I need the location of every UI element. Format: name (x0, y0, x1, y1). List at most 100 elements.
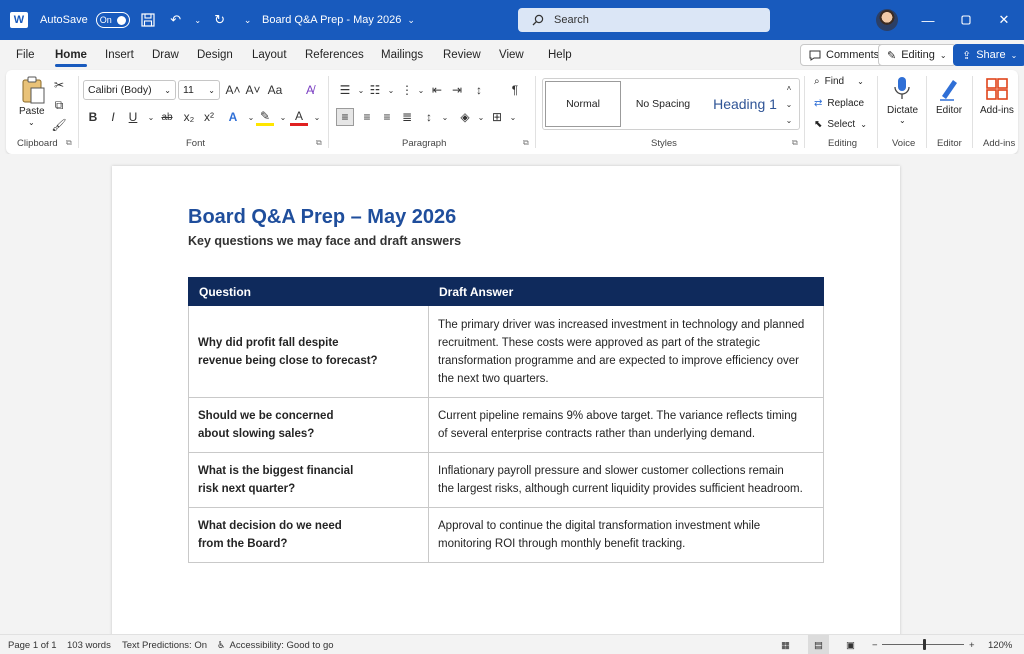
underline-icon[interactable]: U (124, 108, 142, 126)
document-heading[interactable]: Board Q&A Prep – May 2026 (188, 206, 456, 229)
table-header-row: Question Draft Answer (188, 277, 824, 306)
undo-icon[interactable]: ↶ (166, 10, 186, 30)
editing-mode-button[interactable]: ✎ Editing ⌄ (878, 44, 956, 66)
tab-file[interactable]: File (16, 40, 35, 70)
comment-icon (809, 50, 821, 61)
find-button[interactable]: ⌕ Find ⌄ (814, 76, 864, 87)
editor-button[interactable]: Editor (932, 74, 966, 132)
customize-toolbar-icon[interactable]: ⌄ (238, 10, 258, 30)
question-line: What is the biggest financial (198, 465, 354, 477)
tab-design[interactable]: Design (197, 40, 233, 70)
bold-icon[interactable]: B (84, 108, 102, 126)
decrease-indent-icon[interactable]: ⇤ (428, 81, 446, 99)
save-icon[interactable] (138, 10, 158, 30)
style-no-spacing[interactable]: No Spacing (623, 81, 703, 127)
tab-draw[interactable]: Draw (152, 40, 179, 70)
close-button[interactable]: ✕ (984, 0, 1024, 40)
tab-review[interactable]: Review (443, 40, 481, 70)
replace-button[interactable]: ⇄ Replace (814, 98, 864, 109)
tab-insert[interactable]: Insert (105, 40, 134, 70)
chevron-down-icon[interactable]: ⌄ (504, 108, 522, 126)
clipboard-launcher-icon[interactable]: ⧉ (66, 138, 72, 148)
text-predictions-status[interactable]: Text Predictions: On (122, 635, 207, 654)
answer-cell[interactable]: Approval to continue the digital transfo… (428, 507, 824, 563)
zoom-slider-thumb[interactable] (923, 639, 926, 650)
divider (804, 76, 805, 148)
select-button[interactable]: ⬉ Select ⌄ (814, 119, 867, 130)
chevron-down-icon[interactable]: ⌄ (308, 108, 326, 126)
font-name-select[interactable]: Calibri (Body) ⌄ (83, 80, 176, 100)
zoom-out-icon[interactable]: − (872, 635, 878, 654)
answer-cell[interactable]: Current pipeline remains 9% above target… (428, 397, 824, 453)
answer-line: The primary driver was increased investm… (438, 318, 805, 331)
redo-icon[interactable]: ↻ (210, 10, 230, 30)
align-left-icon[interactable]: ≡ (336, 108, 354, 126)
style-normal[interactable]: Normal (545, 81, 621, 127)
tab-layout[interactable]: Layout (252, 40, 287, 70)
zoom-in-icon[interactable]: + (969, 635, 975, 654)
print-layout-icon[interactable]: ▤ (808, 635, 829, 654)
styles-launcher-icon[interactable]: ⧉ (792, 138, 798, 148)
autosave-toggle[interactable]: On (95, 12, 130, 28)
web-layout-icon[interactable]: ▣ (846, 635, 855, 654)
paragraph-launcher-icon[interactable]: ⧉ (523, 138, 529, 148)
paste-button[interactable]: Paste ⌄ (16, 76, 48, 132)
tab-view[interactable]: View (499, 40, 524, 70)
question-cell[interactable]: What decision do we need from the Board? (188, 507, 429, 563)
zoom-level[interactable]: 120% (988, 635, 1012, 654)
format-painter-icon[interactable]: 🖌 (50, 116, 68, 134)
dictate-button[interactable]: Dictate ⌄ (884, 74, 920, 132)
styles-more-icon[interactable]: ⌄ (780, 111, 798, 129)
tab-references[interactable]: References (305, 40, 364, 70)
font-launcher-icon[interactable]: ⧉ (316, 138, 322, 148)
font-color-icon[interactable]: A (290, 108, 308, 126)
italic-icon[interactable]: I (104, 108, 122, 126)
grow-font-icon[interactable]: A˄ (224, 81, 242, 99)
table-row: Why did profit fall despite revenue being… (188, 305, 824, 398)
text-effects-icon[interactable]: A (224, 108, 242, 126)
document-title[interactable]: Board Q&A Prep - May 2026 ⌄ (262, 0, 415, 40)
read-mode-icon[interactable]: ▦ (781, 635, 790, 654)
increase-indent-icon[interactable]: ⇥ (448, 81, 466, 99)
superscript-icon[interactable]: x² (200, 108, 218, 126)
align-right-icon[interactable]: ≡ (378, 108, 396, 126)
style-heading-1[interactable]: Heading 1 (705, 81, 785, 127)
cut-icon[interactable]: ✂ (50, 76, 68, 94)
undo-dropdown-icon[interactable]: ⌄ (194, 10, 202, 30)
clear-formatting-icon[interactable]: A̸ (301, 81, 319, 99)
answer-cell[interactable]: The primary driver was increased investm… (428, 305, 824, 398)
page-count[interactable]: Page 1 of 1 (8, 635, 57, 654)
highlight-icon[interactable]: ✎ (256, 108, 274, 126)
question-cell[interactable]: Why did profit fall despite revenue being… (188, 305, 429, 398)
document-subtitle[interactable]: Key questions we may face and draft answ… (188, 234, 461, 248)
word-count[interactable]: 103 words (67, 635, 111, 654)
copy-icon[interactable]: ⧉ (50, 96, 68, 114)
search-box[interactable]: Search (518, 8, 770, 32)
sort-icon[interactable]: ↕ (470, 81, 488, 99)
show-formatting-icon[interactable]: ¶ (506, 81, 524, 99)
shrink-font-icon[interactable]: A˅ (244, 81, 262, 99)
addins-button[interactable]: Add-ins (978, 74, 1016, 132)
comments-button[interactable]: Comments (800, 44, 889, 66)
change-case-icon[interactable]: Aa (266, 81, 284, 99)
question-cell[interactable]: Should we be concerned about slowing sale… (188, 397, 429, 453)
font-size-select[interactable]: 11 ⌄ (178, 80, 220, 100)
chevron-down-icon[interactable]: ⌄ (436, 108, 454, 126)
tab-home[interactable]: Home (55, 40, 87, 70)
avatar[interactable] (876, 9, 898, 31)
table-header-question[interactable]: Question (188, 277, 429, 306)
maximize-button[interactable] (946, 0, 986, 40)
share-button[interactable]: ⇪ Share ⌄ (953, 44, 1024, 66)
strikethrough-icon[interactable]: ab (158, 108, 176, 126)
align-center-icon[interactable]: ≡ (358, 108, 376, 126)
tab-help[interactable]: Help (548, 40, 572, 70)
editor-pen-icon (940, 80, 957, 101)
table-header-answer[interactable]: Draft Answer (428, 277, 824, 306)
tab-mailings[interactable]: Mailings (381, 40, 423, 70)
answer-cell[interactable]: Inflationary payroll pressure and slower… (428, 452, 824, 508)
minimize-button[interactable]: — (908, 0, 948, 40)
accessibility-status[interactable]: ♿ Accessibility: Good to go (217, 635, 334, 654)
subscript-icon[interactable]: x₂ (180, 108, 198, 126)
question-cell[interactable]: What is the biggest financial risk next q… (188, 452, 429, 508)
justify-icon[interactable]: ≣ (398, 108, 416, 126)
